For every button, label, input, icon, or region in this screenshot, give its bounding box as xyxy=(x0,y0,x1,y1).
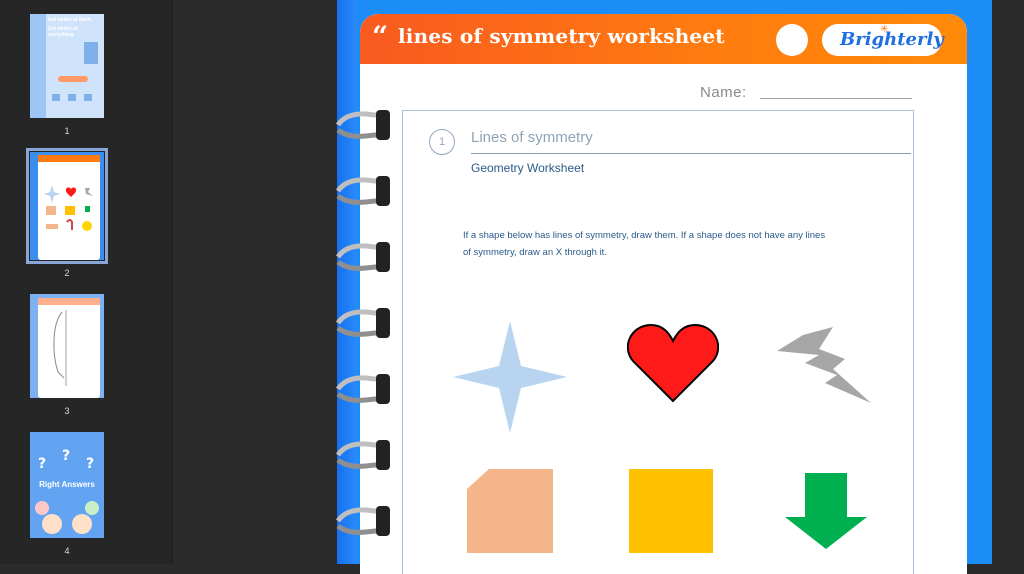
thumbnail-page-3[interactable] xyxy=(30,294,104,398)
name-label: Name: xyxy=(700,84,747,101)
section-subtitle: Geometry Worksheet xyxy=(471,161,585,175)
binder-ring-4 xyxy=(336,308,390,338)
svg-text:?: ? xyxy=(38,456,46,472)
binder-ring-7 xyxy=(336,506,390,536)
thumbnail-4-caption: Right Answers xyxy=(39,480,95,489)
worksheet-notebook: “ lines of symmetry worksheet ✳ Brighter… xyxy=(360,14,967,574)
thumbnail-4-label: 4 xyxy=(64,546,70,556)
quote-icon: “ xyxy=(372,20,389,53)
section-title: Lines of symmetry xyxy=(471,129,593,146)
worksheet-title: lines of symmetry worksheet xyxy=(398,24,725,48)
thumbnail-1-subheading: Get better at everything. xyxy=(48,26,78,38)
four-point-star-shape xyxy=(453,321,567,433)
header-circle-badge xyxy=(776,24,808,56)
binder-ring-5 xyxy=(336,374,390,404)
worksheet-box: 1 Lines of symmetry Geometry Worksheet I… xyxy=(402,110,914,574)
thumbnail-1-heading: Get better at Math. xyxy=(48,17,92,23)
thumbnail-3-preview xyxy=(30,294,104,398)
name-line xyxy=(760,98,912,99)
section-divider xyxy=(471,153,911,154)
instructions-line-1: If a shape below has lines of symmetry, … xyxy=(463,230,826,241)
brand-logo: ✳ Brighterly xyxy=(822,24,944,56)
step-number: 1 xyxy=(429,129,455,155)
instructions-line-2: of symmetry, draw an X through it. xyxy=(463,247,607,258)
thumbnail-page-1[interactable]: Get better at Math. Get better at everyt… xyxy=(30,14,104,118)
binder-ring-2 xyxy=(336,176,390,206)
binder-ring-3 xyxy=(336,242,390,272)
down-arrow-shape xyxy=(785,473,867,549)
thumbnail-2-label: 2 xyxy=(64,268,70,278)
cut-corner-square-shape xyxy=(467,469,553,553)
page-thumbnail-sidebar: Get better at Math. Get better at everyt… xyxy=(0,0,173,564)
thumbnail-page-4[interactable]: ? ? ? Right Answers xyxy=(30,432,104,538)
page-edge-stripe xyxy=(337,0,357,564)
thumbnail-2-preview xyxy=(30,152,104,260)
svg-text:?: ? xyxy=(86,456,94,472)
worksheet-header: “ lines of symmetry worksheet ✳ Brighter… xyxy=(360,14,967,64)
thumbnail-3-label: 3 xyxy=(64,406,70,416)
svg-text:?: ? xyxy=(62,448,70,464)
binder-ring-1 xyxy=(336,110,390,140)
heart-shape xyxy=(627,323,719,403)
brand-name: Brighterly xyxy=(840,29,944,50)
instructions: If a shape below has lines of symmetry, … xyxy=(463,227,863,261)
square-shape xyxy=(629,469,713,553)
lightning-bolt-shape xyxy=(777,327,871,403)
thumbnail-page-2[interactable] xyxy=(26,148,108,264)
binder-ring-6 xyxy=(336,440,390,470)
thumbnail-1-label: 1 xyxy=(64,126,70,136)
